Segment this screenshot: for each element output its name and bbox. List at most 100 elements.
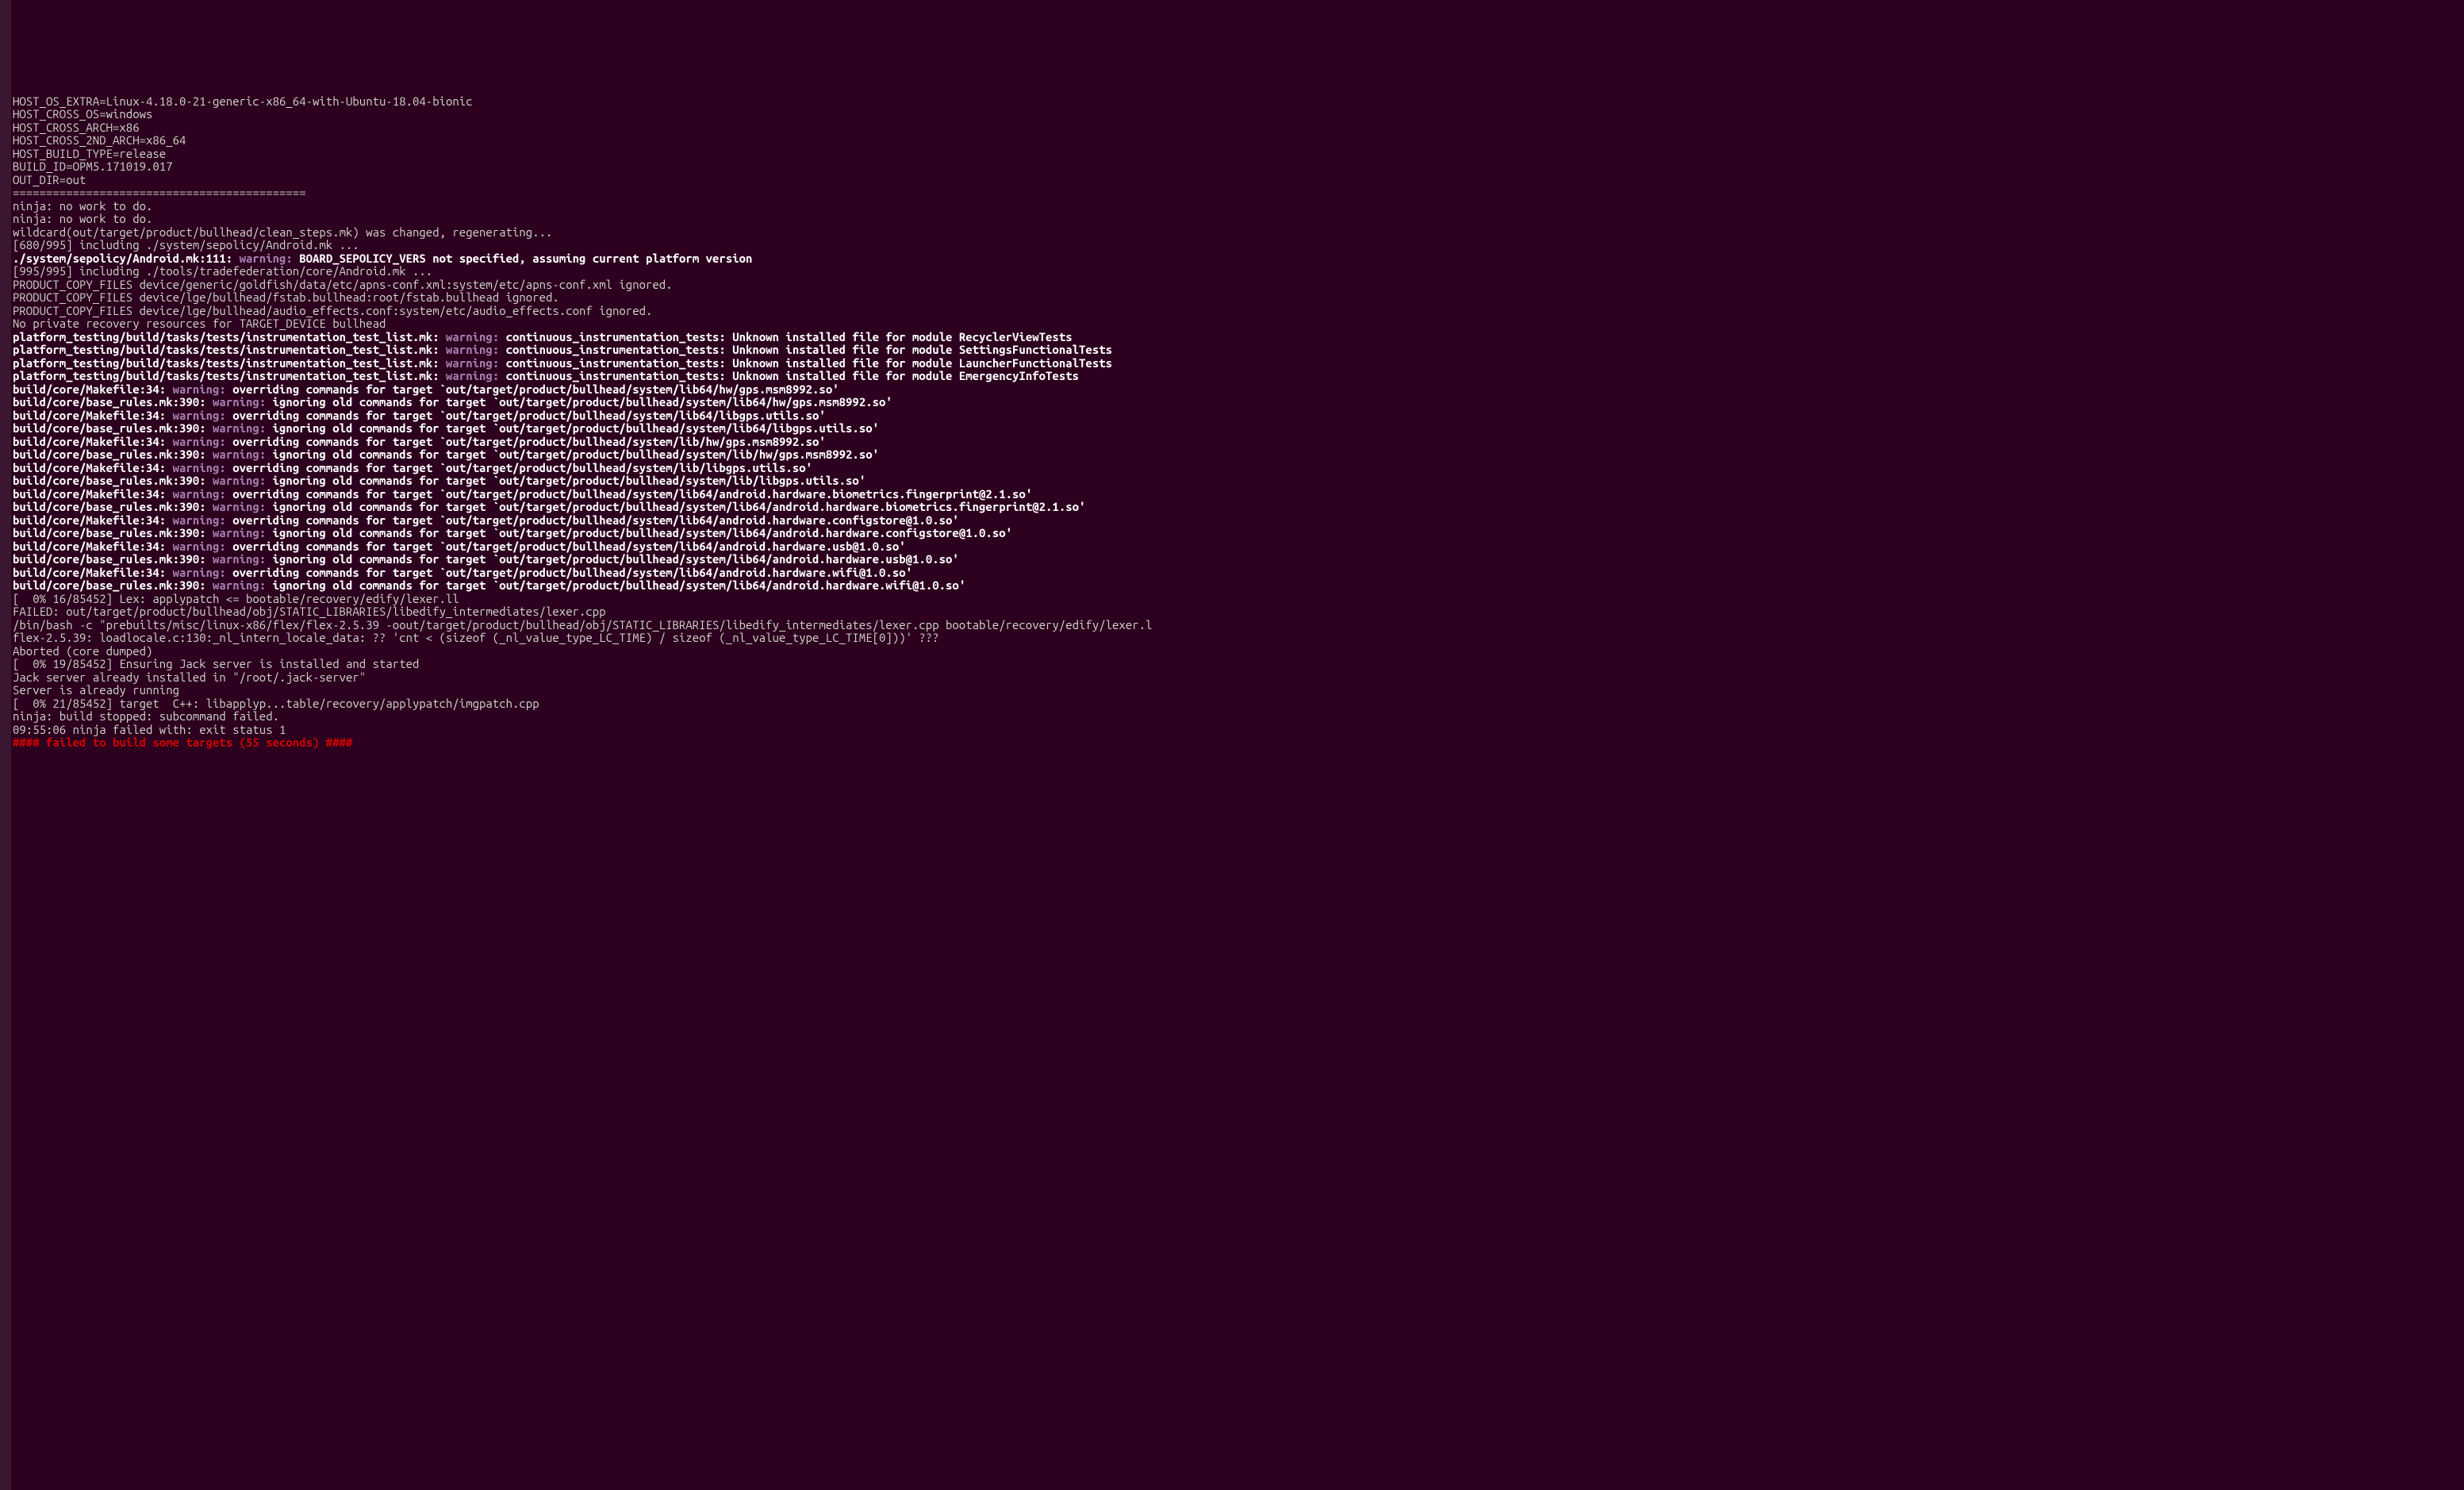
terminal-segment: overriding commands for target `out/targ…	[232, 487, 1032, 501]
terminal-line: ninja: build stopped: subcommand failed.	[13, 710, 2461, 724]
terminal-segment: build/core/Makefile:34:	[13, 409, 173, 422]
terminal-segment: overriding commands for target `out/targ…	[232, 566, 912, 579]
terminal-segment: build/core/base_rules.mk:390:	[13, 421, 213, 435]
terminal-line: [ 0% 21/85452] target C++: libapplyp...t…	[13, 697, 2461, 711]
terminal-output[interactable]: HOST_OS_EXTRA=Linux-4.18.0-21-generic-x8…	[0, 92, 2464, 753]
terminal-segment: ignoring old commands for target `out/ta…	[273, 395, 892, 409]
terminal-segment: ignoring old commands for target `out/ta…	[273, 421, 879, 435]
terminal-segment: build/core/Makefile:34:	[13, 461, 173, 474]
terminal-segment: platform_testing/build/tasks/tests/instr…	[13, 369, 446, 382]
left-unity-strip	[0, 0, 11, 1490]
terminal-segment: Server is already running	[13, 683, 179, 697]
terminal-segment: warning:	[213, 526, 273, 540]
terminal-line: platform_testing/build/tasks/tests/instr…	[13, 357, 2461, 371]
terminal-line: PRODUCT_COPY_FILES device/lge/bullhead/f…	[13, 291, 2461, 305]
terminal-segment: [995/995] including ./tools/tradefederat…	[13, 264, 432, 278]
terminal-segment: ========================================…	[13, 186, 306, 199]
terminal-segment: HOST_BUILD_TYPE=release	[13, 147, 166, 160]
terminal-line: build/core/Makefile:34: warning: overrid…	[13, 540, 2461, 554]
terminal-segment: Jack server already installed in "/root/…	[13, 670, 366, 684]
terminal-line: build/core/base_rules.mk:390: warning: i…	[13, 448, 2461, 462]
terminal-segment: warning:	[213, 552, 273, 566]
terminal-segment: BOARD_SEPOLICY_VERS not specified, assum…	[299, 252, 752, 265]
terminal-segment: warning:	[173, 382, 233, 396]
terminal-segment: warning:	[213, 395, 273, 409]
terminal-segment: build/core/Makefile:34:	[13, 435, 173, 448]
terminal-segment: flex-2.5.39: loadlocale.c:130:_nl_intern…	[13, 631, 939, 644]
terminal-segment: warning:	[173, 566, 233, 579]
terminal-segment: warning:	[446, 343, 506, 356]
terminal-segment: warning:	[213, 500, 273, 513]
terminal-segment: overriding commands for target `out/targ…	[232, 409, 826, 422]
terminal-segment: PRODUCT_COPY_FILES device/lge/bullhead/f…	[13, 290, 559, 304]
terminal-segment: HOST_CROSS_ARCH=x86	[13, 121, 140, 134]
terminal-line: build/core/base_rules.mk:390: warning: i…	[13, 527, 2461, 540]
terminal-segment: build/core/Makefile:34:	[13, 382, 173, 396]
terminal-segment: #### failed to build some targets (55 se…	[13, 735, 352, 749]
terminal-line: [995/995] including ./tools/tradefederat…	[13, 265, 2461, 278]
terminal-segment: continuous_instrumentation_tests: Unknow…	[506, 369, 1079, 382]
terminal-line: platform_testing/build/tasks/tests/instr…	[13, 370, 2461, 383]
terminal-segment: continuous_instrumentation_tests: Unknow…	[506, 356, 1112, 370]
terminal-segment: warning:	[173, 435, 233, 448]
terminal-segment: overriding commands for target `out/targ…	[232, 461, 812, 474]
terminal-line: #### failed to build some targets (55 se…	[13, 736, 2461, 750]
terminal-segment: HOST_CROSS_2ND_ARCH=x86_64	[13, 133, 186, 147]
terminal-line: 09:55:06 ninja failed with: exit status …	[13, 724, 2461, 737]
terminal-segment: wildcard(out/target/product/bullhead/cle…	[13, 225, 552, 239]
terminal-segment: No private recovery resources for TARGET…	[13, 317, 386, 330]
terminal-segment: ignoring old commands for target `out/ta…	[273, 474, 866, 487]
terminal-line: PRODUCT_COPY_FILES device/lge/bullhead/a…	[13, 305, 2461, 318]
terminal-segment: continuous_instrumentation_tests: Unknow…	[506, 343, 1112, 356]
terminal-line: ========================================…	[13, 186, 2461, 200]
terminal-segment: [ 0% 19/85452] Ensuring Jack server is i…	[13, 657, 419, 670]
terminal-segment: ninja: no work to do.	[13, 212, 152, 225]
terminal-segment: build/core/base_rules.mk:390:	[13, 447, 213, 461]
terminal-line: /bin/bash -c "prebuilts/misc/linux-x86/f…	[13, 619, 2461, 632]
terminal-segment: warning:	[213, 578, 273, 592]
terminal-line: FAILED: out/target/product/bullhead/obj/…	[13, 605, 2461, 619]
terminal-segment: OUT_DIR=out	[13, 173, 86, 186]
terminal-line: HOST_CROSS_OS=windows	[13, 108, 2461, 121]
terminal-segment: warning:	[446, 356, 506, 370]
terminal-segment: overriding commands for target `out/targ…	[232, 540, 905, 553]
terminal-segment: warning:	[213, 474, 273, 487]
terminal-line: Aborted (core dumped)	[13, 645, 2461, 659]
terminal-segment: /bin/bash -c "prebuilts/misc/linux-x86/f…	[13, 618, 1152, 632]
terminal-segment: ignoring old commands for target `out/ta…	[273, 552, 959, 566]
terminal-segment: [680/995] including ./system/sepolicy/An…	[13, 238, 359, 252]
terminal-line: HOST_OS_EXTRA=Linux-4.18.0-21-generic-x8…	[13, 95, 2461, 109]
terminal-segment: build/core/Makefile:34:	[13, 513, 173, 527]
terminal-line: ./system/sepolicy/Android.mk:111: warnin…	[13, 252, 2461, 266]
terminal-line: build/core/Makefile:34: warning: overrid…	[13, 566, 2461, 580]
terminal-segment: build/core/base_rules.mk:390:	[13, 500, 213, 513]
terminal-segment: build/core/Makefile:34:	[13, 566, 173, 579]
terminal-line: build/core/base_rules.mk:390: warning: i…	[13, 579, 2461, 593]
terminal-line: build/core/base_rules.mk:390: warning: i…	[13, 553, 2461, 566]
terminal-segment: warning:	[213, 421, 273, 435]
terminal-segment: warning:	[173, 540, 233, 553]
terminal-segment: ignoring old commands for target `out/ta…	[273, 526, 1012, 540]
terminal-segment: FAILED: out/target/product/bullhead/obj/…	[13, 605, 606, 618]
terminal-line: HOST_CROSS_2ND_ARCH=x86_64	[13, 134, 2461, 148]
terminal-segment: platform_testing/build/tasks/tests/instr…	[13, 330, 446, 344]
terminal-line: No private recovery resources for TARGET…	[13, 317, 2461, 331]
terminal-line: wildcard(out/target/product/bullhead/cle…	[13, 226, 2461, 240]
terminal-line: [680/995] including ./system/sepolicy/An…	[13, 239, 2461, 252]
terminal-line: HOST_CROSS_ARCH=x86	[13, 121, 2461, 135]
terminal-segment: warning:	[173, 409, 233, 422]
terminal-line: PRODUCT_COPY_FILES device/generic/goldfi…	[13, 278, 2461, 292]
terminal-line: build/core/base_rules.mk:390: warning: i…	[13, 501, 2461, 514]
terminal-segment: overriding commands for target `out/targ…	[232, 382, 839, 396]
terminal-segment: warning:	[173, 461, 233, 474]
terminal-line: platform_testing/build/tasks/tests/instr…	[13, 344, 2461, 357]
terminal-segment: build/core/base_rules.mk:390:	[13, 526, 213, 540]
terminal-line: build/core/Makefile:34: warning: overrid…	[13, 436, 2461, 449]
terminal-segment: [ 0% 16/85452] Lex: applypatch <= bootab…	[13, 592, 459, 605]
terminal-segment: Aborted (core dumped)	[13, 644, 152, 658]
terminal-segment: overriding commands for target `out/targ…	[232, 435, 826, 448]
terminal-segment: ninja: no work to do.	[13, 199, 152, 213]
terminal-line: ninja: no work to do.	[13, 213, 2461, 226]
terminal-segment: build/core/base_rules.mk:390:	[13, 395, 213, 409]
terminal-segment: warning:	[173, 513, 233, 527]
